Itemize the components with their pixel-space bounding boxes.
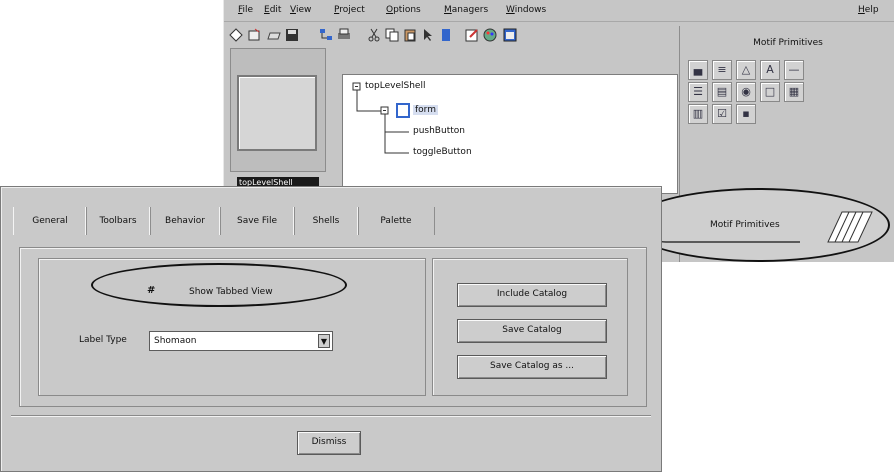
tab-shells[interactable]: Shells	[293, 207, 359, 235]
preview-pane: topLevelShell	[230, 48, 326, 189]
menu-help[interactable]: Help	[858, 5, 879, 15]
scrollbar-icon[interactable]: ≡	[712, 60, 732, 80]
label-type-value: Shomaon	[154, 336, 197, 346]
toggle-icon[interactable]: ☑	[712, 104, 732, 124]
tree-node-form[interactable]: form	[413, 105, 438, 115]
new-icon[interactable]	[246, 27, 262, 43]
cut-icon[interactable]	[366, 27, 382, 43]
save-catalog-as-button[interactable]: Save Catalog as ...	[457, 355, 607, 379]
menu-mnemonic: P	[334, 5, 340, 15]
flag-icon[interactable]	[438, 27, 454, 43]
menu-edit[interactable]: Edit	[264, 5, 281, 15]
grid-icon[interactable]: ▥	[688, 104, 708, 124]
triangle-icon[interactable]: △	[736, 60, 756, 80]
menu-project[interactable]: Project	[334, 5, 365, 15]
window-icon[interactable]	[502, 27, 518, 43]
arrow-button-icon[interactable]: ◉	[736, 82, 756, 102]
tree-node-togglebutton[interactable]: toggleButton	[413, 147, 472, 157]
menubar: File Edit View Project Options Managers …	[224, 0, 894, 22]
tab-toolbars[interactable]: Toolbars	[85, 207, 151, 235]
include-catalog-button[interactable]: Include Catalog	[457, 283, 607, 307]
motif-callout-label: Motif Primitives	[710, 220, 780, 230]
toolbar	[224, 24, 679, 48]
separator-icon[interactable]: —	[784, 60, 804, 80]
tab-save-file[interactable]: Save File	[219, 207, 295, 235]
text-icon[interactable]: ▤	[712, 82, 732, 102]
menu-mnemonic: O	[386, 5, 394, 15]
shape-icon[interactable]	[228, 27, 244, 43]
open-icon[interactable]	[266, 27, 282, 43]
menu-mnemonic: M	[444, 5, 452, 15]
label-type-select[interactable]: Shomaon ▼	[149, 331, 333, 351]
menu-options[interactable]: Options	[386, 5, 421, 15]
pointer-icon[interactable]	[420, 27, 436, 43]
widget-tree: topLevelShell form pushButton toggleButt…	[342, 74, 678, 194]
edit-icon[interactable]	[464, 27, 480, 43]
menu-mnemonic: V	[290, 5, 296, 15]
motif-primitives-callout: Motif Primitives	[628, 188, 890, 262]
tab-palette[interactable]: Palette	[357, 207, 435, 235]
tab-behavior[interactable]: Behavior	[149, 207, 221, 235]
label-a-icon[interactable]: A	[760, 60, 780, 80]
palette-title: Motif Primitives	[753, 38, 823, 48]
label-type-label: Label Type	[79, 335, 127, 345]
list-icon[interactable]: ☰	[688, 82, 708, 102]
tree-node-toplevelshell[interactable]: topLevelShell	[365, 81, 425, 91]
menu-windows[interactable]: Windows	[506, 5, 546, 15]
menu-mnemonic: W	[506, 5, 515, 15]
dismiss-button[interactable]: Dismiss	[297, 431, 361, 455]
preview-screen[interactable]	[237, 75, 317, 151]
catalog-group: Include Catalog Save Catalog Save Catalo…	[432, 258, 628, 396]
menu-mnemonic: E	[264, 5, 270, 15]
menu-managers[interactable]: Managers	[444, 5, 488, 15]
save-catalog-button[interactable]: Save Catalog	[457, 319, 607, 343]
tree-node-pushbutton[interactable]: pushButton	[413, 126, 465, 136]
preferences-dialog: General Toolbars Behavior Save File Shel…	[0, 186, 662, 472]
menu-file[interactable]: File	[238, 5, 253, 15]
bar-icon[interactable]: ▄	[688, 60, 708, 80]
page-icon[interactable]: □	[760, 82, 780, 102]
tab-general[interactable]: General	[13, 207, 87, 235]
menu-view[interactable]: View	[290, 5, 311, 15]
copy-icon[interactable]	[384, 27, 400, 43]
save-icon[interactable]	[284, 27, 300, 43]
frame-icon[interactable]: ▦	[784, 82, 804, 102]
tree-icon[interactable]	[318, 27, 334, 43]
tree-connectors	[352, 82, 410, 154]
print-icon[interactable]	[336, 27, 352, 43]
tab-panel-general: Include Catalog Save Catalog Save Catalo…	[19, 247, 647, 407]
show-tabbed-view-highlight	[91, 263, 347, 307]
menu-mnemonic: H	[858, 5, 865, 15]
paste-icon[interactable]	[402, 27, 418, 43]
drawn-button-icon[interactable]: ▪	[736, 104, 756, 124]
dialog-separator	[11, 415, 651, 417]
chevron-down-icon[interactable]: ▼	[318, 334, 330, 348]
palette-icon[interactable]	[482, 27, 498, 43]
menu-mnemonic: F	[238, 5, 243, 15]
